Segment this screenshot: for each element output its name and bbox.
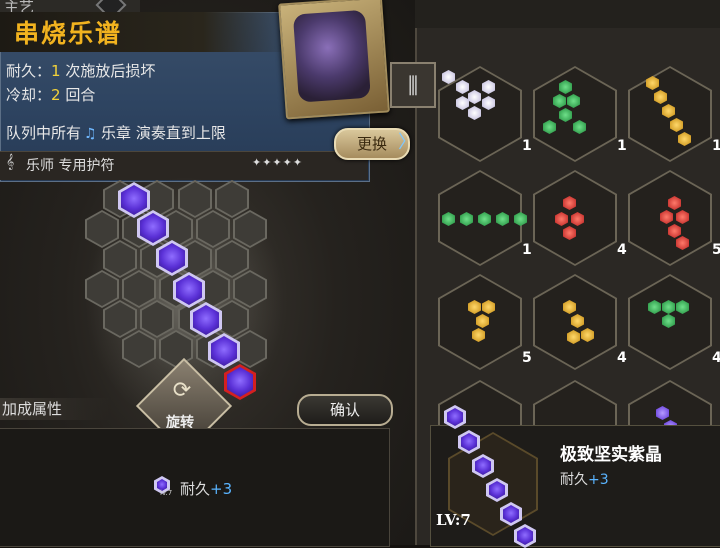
durability-line: 耐久：1 次施放后损坏 xyxy=(6,60,155,81)
tooltip-stat: 耐久+3 xyxy=(560,469,609,489)
tooltip-level: LV:7 xyxy=(436,511,471,529)
tooltip-stat-label: 耐久 xyxy=(560,472,588,488)
effect-prefix: 队列中所有 xyxy=(6,124,82,142)
filter-button[interactable]: ⫼ xyxy=(390,62,436,108)
music-note-icon: ♫ xyxy=(84,126,97,142)
right-top-strip xyxy=(415,0,720,29)
gem-slot-count: 4 xyxy=(712,350,720,366)
gem-slot-count: 5 xyxy=(712,242,720,258)
gem-slot-count: 4 xyxy=(617,242,627,258)
bonus-stat-label: 耐久 xyxy=(180,480,211,498)
cooldown-label: 冷却： xyxy=(6,86,52,104)
bonus-stat: 耐久+3 xyxy=(180,478,232,499)
replace-arrow-icon: 〉 xyxy=(398,132,416,153)
bard-class-icon: 𝄞 xyxy=(6,154,15,170)
gem-slot-count: 1 xyxy=(712,138,720,154)
cooldown-value: 2 xyxy=(51,86,61,104)
tooltip-stat-value: +3 xyxy=(588,472,609,488)
rarity-stars: ✦✦✦✦✦ xyxy=(252,156,304,169)
tooltip-gem-name: 极致坚实紫晶 xyxy=(560,445,662,465)
bonus-stat-value: +3 xyxy=(210,480,233,498)
gem-slot-count: 1 xyxy=(522,138,532,154)
gem-slot-count: 4 xyxy=(617,350,627,366)
gem-slot-count: 1 xyxy=(617,138,627,154)
bonus-gem-level: lv.7 xyxy=(160,489,173,497)
rotate-icon: ⟳ xyxy=(172,378,192,403)
bonus-title: 加成属性 xyxy=(2,400,63,418)
effect-keyword: 乐章 xyxy=(101,124,132,142)
charm-artwork xyxy=(278,0,390,120)
effect-suffix: 演奏直到上限 xyxy=(135,124,226,142)
gem-slot-count: 5 xyxy=(522,350,532,366)
effect-line: 队列中所有 ♫ 乐章 演奏直到上限 xyxy=(6,122,226,143)
durability-value: 1 xyxy=(51,62,61,80)
durability-label: 耐久： xyxy=(6,62,52,80)
cooldown-line: 冷却：2 回合 xyxy=(6,84,95,105)
gem-slot-count: 1 xyxy=(522,242,532,258)
charm-artwork-gem xyxy=(292,9,371,103)
class-label: 乐师 专用护符 xyxy=(26,158,115,174)
charm-name: 串烧乐谱 xyxy=(14,19,123,48)
confirm-button[interactable]: 确认 xyxy=(297,394,393,426)
filter-icon: ⫼ xyxy=(407,74,419,99)
cooldown-suffix: 回合 xyxy=(65,86,96,104)
durability-suffix: 次施放后损坏 xyxy=(65,62,156,80)
